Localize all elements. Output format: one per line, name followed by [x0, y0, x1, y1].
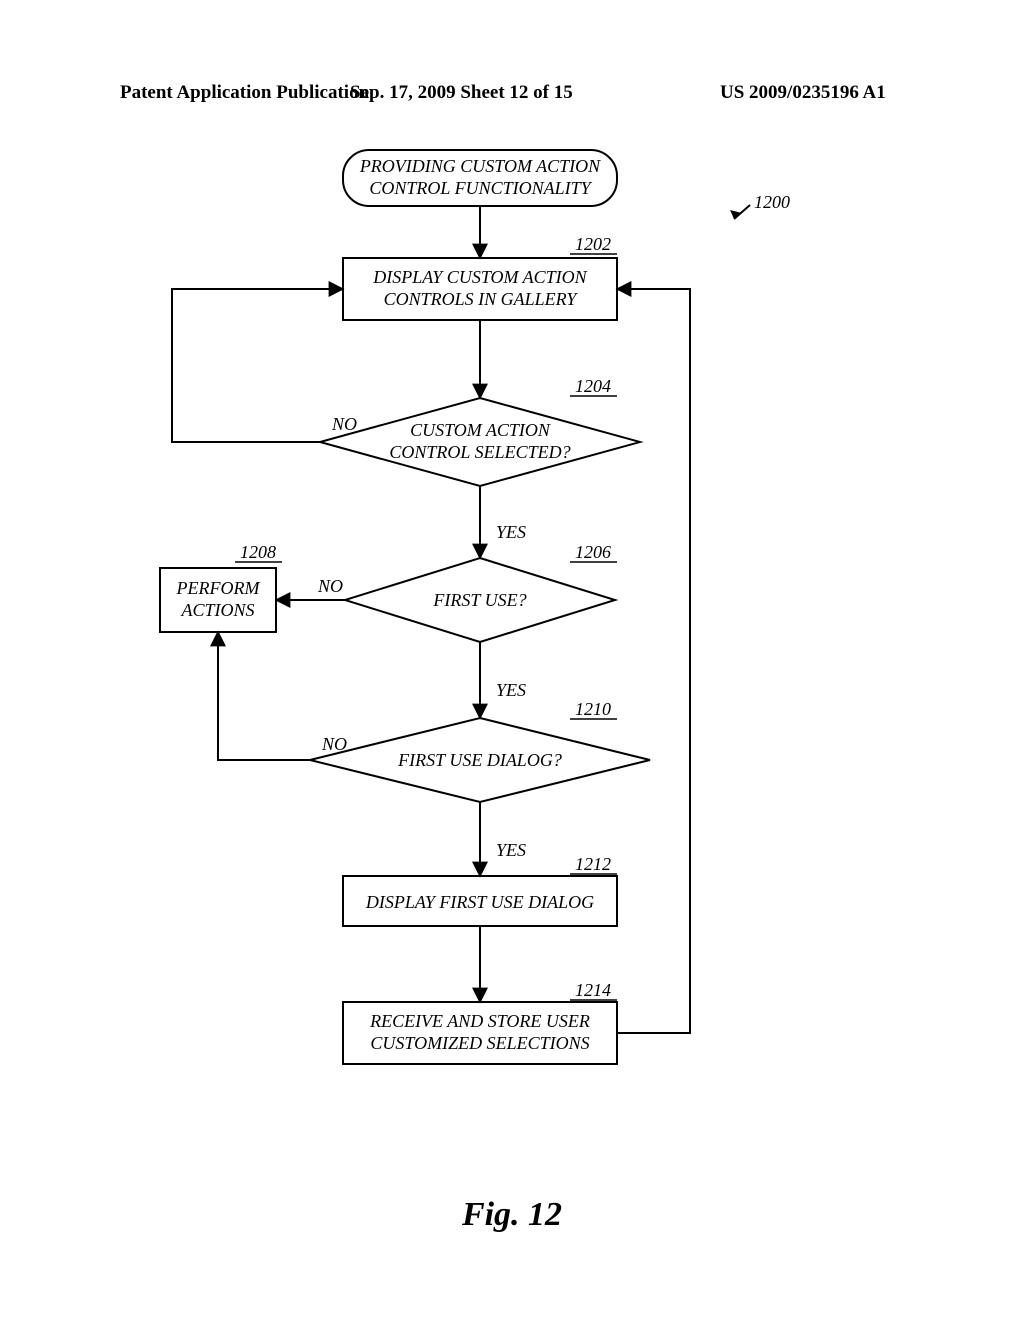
box-1202: DISPLAY CUSTOM ACTION CONTROLS IN GALLER… [343, 258, 617, 320]
svg-text:YES: YES [496, 522, 526, 542]
edge-1214-loop [617, 289, 690, 1033]
svg-text:YES: YES [496, 680, 526, 700]
svg-text:NO: NO [321, 734, 347, 754]
terminator-start: PROVIDING CUSTOM ACTION CONTROL FUNCTION… [343, 150, 617, 206]
header-right: US 2009/0235196 A1 [720, 82, 886, 104]
ref-1214: 1214 [575, 980, 611, 1000]
svg-text:PROVIDING CUSTOM ACTION: PROVIDING CUSTOM ACTION [359, 156, 601, 176]
svg-text:NO: NO [317, 576, 343, 596]
ref-1210: 1210 [575, 699, 611, 719]
svg-text:CONTROLS IN GALLERY: CONTROLS IN GALLERY [384, 289, 579, 309]
ref-1208: 1208 [240, 542, 276, 562]
edge-1206-no: NO [276, 576, 345, 600]
box-1208: PERFORM ACTIONS [160, 568, 276, 632]
decision-1204: CUSTOM ACTION CONTROL SELECTED? [320, 398, 640, 486]
svg-text:CONTROL FUNCTIONALITY: CONTROL FUNCTIONALITY [369, 178, 592, 198]
figure-caption: Fig. 12 [0, 1196, 1024, 1234]
svg-text:CONTROL SELECTED?: CONTROL SELECTED? [389, 442, 570, 462]
decision-1210: FIRST USE DIALOG? [310, 718, 650, 802]
flowchart: PROVIDING CUSTOM ACTION CONTROL FUNCTION… [120, 140, 904, 1190]
ref-1204: 1204 [575, 376, 611, 396]
edge-1204-no: NO [172, 289, 357, 442]
svg-text:PERFORM: PERFORM [176, 578, 261, 598]
svg-text:RECEIVE AND STORE USER: RECEIVE AND STORE USER [369, 1011, 590, 1031]
box-1212: DISPLAY FIRST USE DIALOG [343, 876, 617, 926]
ref-1202: 1202 [575, 234, 611, 254]
svg-text:1200: 1200 [754, 192, 790, 212]
svg-text:CUSTOM ACTION: CUSTOM ACTION [410, 420, 551, 440]
svg-text:FIRST USE DIALOG?: FIRST USE DIALOG? [397, 750, 562, 770]
ref-1212: 1212 [575, 854, 611, 874]
svg-text:ACTIONS: ACTIONS [180, 600, 254, 620]
svg-text:DISPLAY FIRST USE DIALOG: DISPLAY FIRST USE DIALOG [365, 892, 594, 912]
edge-1210-no: NO [218, 632, 347, 760]
svg-text:NO: NO [331, 414, 357, 434]
box-1214: RECEIVE AND STORE USER CUSTOMIZED SELECT… [343, 1002, 617, 1064]
svg-text:FIRST USE?: FIRST USE? [432, 590, 526, 610]
decision-1206: FIRST USE? [345, 558, 615, 642]
header-left: Patent Application Publication [120, 82, 369, 104]
header-center: Sep. 17, 2009 Sheet 12 of 15 [350, 82, 573, 104]
svg-text:YES: YES [496, 840, 526, 860]
ref-1200: 1200 [730, 192, 790, 219]
edge-1210-yes: YES [480, 802, 526, 876]
ref-1206: 1206 [575, 542, 611, 562]
edge-1204-yes: YES [480, 486, 526, 558]
svg-text:DISPLAY CUSTOM ACTION: DISPLAY CUSTOM ACTION [372, 267, 587, 287]
svg-text:CUSTOMIZED SELECTIONS: CUSTOMIZED SELECTIONS [370, 1033, 589, 1053]
edge-1206-yes: YES [480, 642, 526, 718]
